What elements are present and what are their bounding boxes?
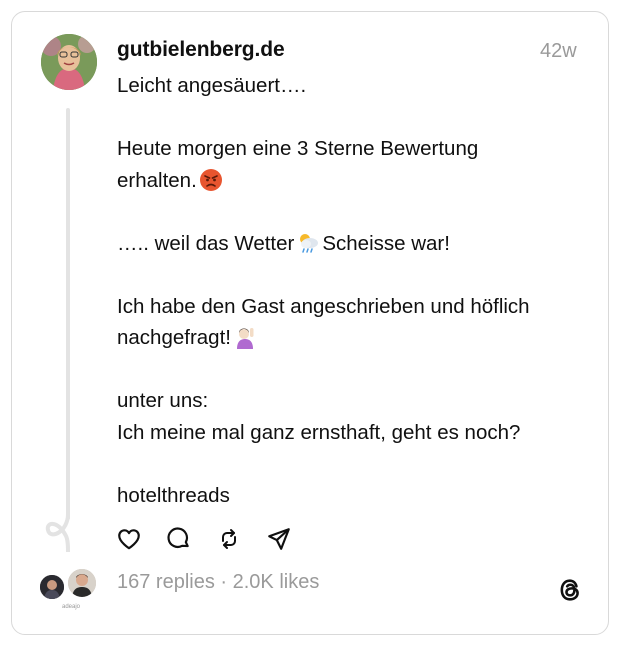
- replier-avatars[interactable]: adeajo: [38, 567, 102, 611]
- reply-button[interactable]: [165, 525, 193, 553]
- replier-avatar: [66, 567, 98, 599]
- post-stats[interactable]: 167 replies · 2.0K likes: [117, 571, 319, 594]
- send-icon: [268, 528, 290, 550]
- comment-icon: [167, 527, 189, 549]
- repost-icon: [222, 529, 236, 549]
- post-body: Leicht angesäuert…. Heute morgen eine 3 …: [117, 70, 587, 511]
- repost-button[interactable]: [215, 525, 243, 553]
- post-hashtag[interactable]: hotelthreads: [117, 480, 587, 512]
- post-paragraph: unter uns: Ich meine mal ganz ernsthaft,…: [117, 389, 521, 444]
- post-paragraph: ….. weil das Wetter Scheisse war!: [117, 228, 587, 260]
- thread-line: [66, 108, 70, 520]
- post-text: Heute morgen eine 3 Sterne Bewertung erh…: [117, 137, 479, 192]
- like-button[interactable]: [115, 525, 143, 553]
- author-avatar[interactable]: [41, 34, 97, 90]
- post-paragraph: Heute morgen eine 3 Sterne Bewertung erh…: [117, 133, 587, 196]
- post-timestamp[interactable]: 42w: [540, 40, 577, 63]
- replier-avatar: [38, 573, 66, 601]
- post-actions: [115, 525, 293, 553]
- post-text: Ich habe den Gast angeschrieben und höfl…: [117, 294, 530, 350]
- post-paragraph: Ich habe den Gast angeschrieben und höfl…: [117, 291, 587, 354]
- person-raising-hand-icon: [236, 328, 254, 349]
- share-button[interactable]: [265, 525, 293, 553]
- replier-caption: adeajo: [62, 604, 81, 610]
- post-text: ….. weil das Wetter: [117, 231, 295, 255]
- threads-logo-icon[interactable]: [556, 576, 584, 604]
- angry-face-icon: [199, 168, 222, 191]
- heart-icon: [118, 529, 140, 550]
- post-paragraph: Leicht angesäuert….: [117, 74, 307, 97]
- sun-behind-rain-cloud-icon: [300, 233, 319, 253]
- author-username[interactable]: gutbielenberg.de: [117, 38, 285, 62]
- thread-loop-icon: [45, 512, 70, 552]
- post-text: Scheisse war!: [322, 231, 450, 255]
